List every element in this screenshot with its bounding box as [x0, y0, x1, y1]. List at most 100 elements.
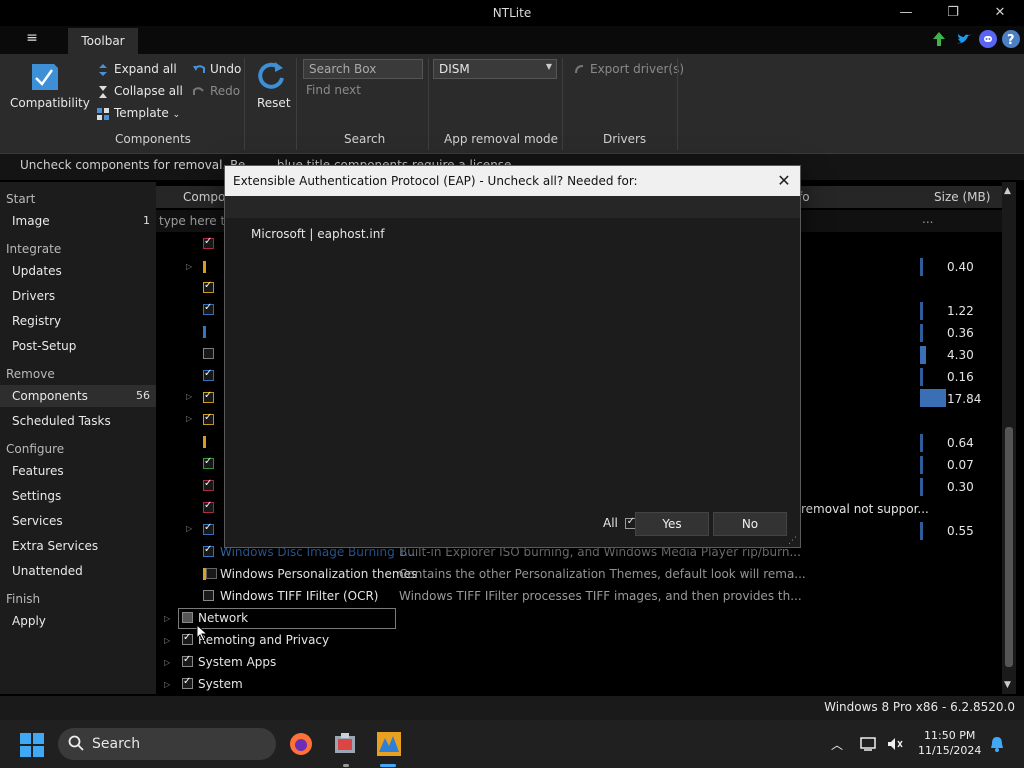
sidebar-item-registry[interactable]: Registry: [0, 310, 156, 332]
dialog-header-band: [225, 196, 800, 218]
hamburger-menu-icon[interactable]: ≡: [20, 30, 44, 52]
column-header-size[interactable]: Size (MB): [934, 190, 990, 204]
expand-arrow-icon[interactable]: ▷: [186, 262, 192, 271]
group-checkbox[interactable]: [182, 632, 193, 645]
row-checkbox[interactable]: [203, 522, 214, 535]
app-removal-mode-select[interactable]: DISM ▼: [433, 59, 557, 79]
all-checkbox[interactable]: All ✓: [603, 516, 636, 530]
group-remoting-privacy[interactable]: Remoting and Privacy: [198, 633, 329, 647]
row-checkbox[interactable]: [203, 478, 214, 491]
table-row[interactable]: Windows TIFF IFilter (OCR): [220, 589, 378, 603]
vertical-scrollbar[interactable]: ▲ ▼: [1002, 182, 1016, 694]
table-row[interactable]: Windows Personalization themes: [220, 567, 417, 581]
expand-arrow-icon[interactable]: ▷: [186, 392, 192, 401]
size-value: 17.84: [947, 392, 982, 406]
sidebar-item-post-setup[interactable]: Post-Setup: [0, 335, 156, 357]
find-next-button[interactable]: Find next: [306, 83, 361, 97]
sidebar-heading-configure: Configure: [6, 442, 65, 456]
help-icon[interactable]: ?: [1002, 30, 1020, 48]
row-checkbox[interactable]: [203, 412, 214, 425]
ntlite-taskbar-icon[interactable]: [377, 732, 401, 759]
row-checkbox[interactable]: [203, 544, 214, 557]
filter-input[interactable]: type here to: [159, 214, 233, 228]
row-checkbox[interactable]: [203, 348, 214, 359]
reset-icon[interactable]: [255, 60, 287, 92]
minimize-button[interactable]: —: [886, 3, 926, 23]
close-button[interactable]: ✕: [980, 3, 1020, 23]
expand-arrow-icon[interactable]: ▷: [164, 636, 170, 645]
volume-muted-icon[interactable]: [886, 736, 904, 755]
firefox-icon[interactable]: [289, 732, 313, 759]
sidebar-item-features[interactable]: Features: [0, 460, 156, 482]
list-item[interactable]: Microsoft | eaphost.inf: [251, 227, 385, 241]
tray-chevron-icon[interactable]: ︿: [831, 736, 843, 753]
row-checkbox[interactable]: [203, 302, 214, 315]
resize-grip-icon[interactable]: ⋰: [788, 536, 798, 546]
app-installer-icon[interactable]: [333, 732, 357, 759]
expand-arrow-icon[interactable]: ▷: [164, 658, 170, 667]
ribbon-divider: [296, 58, 297, 150]
network-icon[interactable]: [860, 736, 878, 755]
sidebar-item-image[interactable]: Image 1: [0, 210, 156, 232]
scroll-down-icon[interactable]: ▼: [1004, 680, 1011, 690]
row-checkbox[interactable]: [203, 500, 214, 513]
scroll-up-icon[interactable]: ▲: [1004, 186, 1011, 196]
undo-button[interactable]: Undo: [192, 62, 241, 77]
row-checkbox[interactable]: [203, 280, 214, 293]
compatibility-button[interactable]: Compatibility: [10, 96, 90, 110]
export-drivers-button[interactable]: Export driver(s): [572, 62, 684, 77]
drivers-group-label: Drivers: [603, 132, 647, 146]
group-network[interactable]: Network: [198, 611, 248, 625]
expand-all-button[interactable]: Expand all: [96, 62, 177, 77]
sidebar-item-unattended[interactable]: Unattended: [0, 560, 156, 582]
taskbar-search[interactable]: Search: [58, 728, 276, 760]
yes-button[interactable]: Yes: [635, 512, 709, 536]
restore-button[interactable]: ❐: [933, 3, 973, 23]
sidebar-item-apply[interactable]: Apply: [0, 610, 156, 632]
no-button[interactable]: No: [713, 512, 787, 536]
expand-arrow-icon[interactable]: ▷: [186, 524, 192, 533]
template-button[interactable]: Template ⌄: [96, 106, 180, 121]
row-checkbox[interactable]: [203, 590, 214, 601]
row-checkbox[interactable]: [206, 568, 217, 579]
redo-button[interactable]: Redo: [192, 84, 240, 99]
sidebar-item-components[interactable]: Components 56: [0, 385, 156, 407]
expand-arrow-icon[interactable]: ▷: [164, 614, 170, 623]
twitter-icon[interactable]: [955, 30, 973, 48]
group-system[interactable]: System: [198, 677, 243, 691]
group-checkbox[interactable]: [182, 612, 193, 623]
row-checkbox[interactable]: [203, 368, 214, 381]
compatibility-icon[interactable]: [30, 60, 62, 92]
sidebar-item-drivers[interactable]: Drivers: [0, 285, 156, 307]
discord-icon[interactable]: [979, 30, 997, 48]
windows-start-icon[interactable]: [20, 733, 44, 760]
tab-toolbar[interactable]: Toolbar: [68, 28, 138, 54]
sidebar-item-updates[interactable]: Updates: [0, 260, 156, 282]
size-filter[interactable]: ...: [922, 212, 933, 226]
size-bar: [920, 324, 923, 342]
reset-button[interactable]: Reset: [257, 96, 291, 110]
taskbar-clock[interactable]: 11:50 PM 11/15/2024: [918, 728, 981, 758]
sidebar-item-extra-services[interactable]: Extra Services: [0, 535, 156, 557]
dialog-close-button[interactable]: ✕: [770, 168, 798, 194]
notification-bell-icon[interactable]: [988, 735, 1006, 756]
scroll-thumb[interactable]: [1005, 427, 1013, 667]
expand-arrow-icon[interactable]: ▷: [186, 414, 192, 423]
sidebar-item-services[interactable]: Services: [0, 510, 156, 532]
update-arrow-icon[interactable]: [930, 30, 948, 48]
dialog-title-bar: Extensible Authentication Protocol (EAP)…: [225, 166, 800, 196]
row-checkbox[interactable]: [203, 456, 214, 469]
group-checkbox[interactable]: [182, 676, 193, 689]
row-checkbox[interactable]: [203, 236, 214, 249]
sidebar-item-scheduled-tasks[interactable]: Scheduled Tasks: [0, 410, 156, 432]
group-checkbox[interactable]: [182, 654, 193, 667]
row-description: Windows TIFF IFilter processes TIFF imag…: [399, 589, 802, 603]
search-box[interactable]: Search Box: [303, 59, 423, 79]
sidebar-item-settings[interactable]: Settings: [0, 485, 156, 507]
row-checkbox[interactable]: [203, 390, 214, 403]
size-bar: [920, 346, 926, 364]
expand-arrow-icon[interactable]: ▷: [164, 680, 170, 689]
group-system-apps[interactable]: System Apps: [198, 655, 276, 669]
collapse-all-button[interactable]: Collapse all: [96, 84, 183, 99]
column-header-component[interactable]: Compo: [183, 190, 225, 204]
